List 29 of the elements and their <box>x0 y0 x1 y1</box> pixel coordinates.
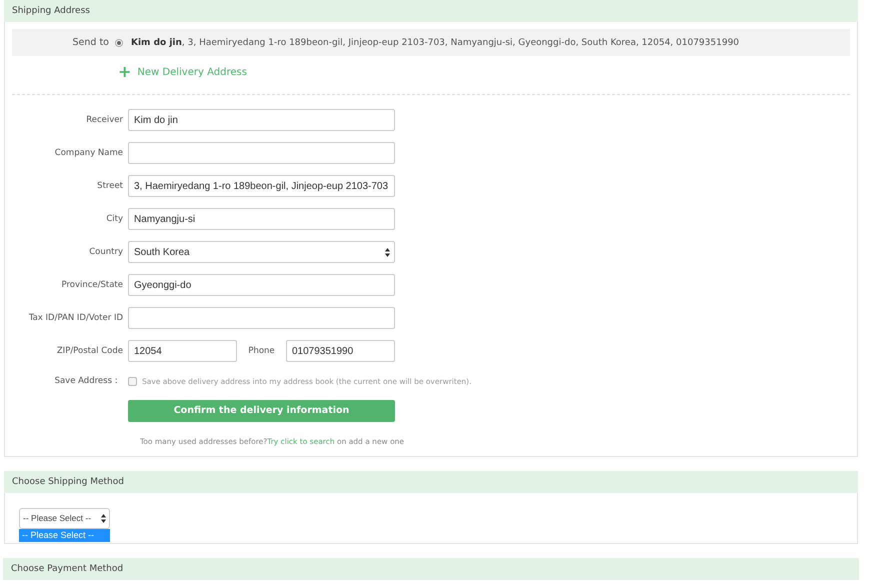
field-label: Save Address： <box>54 375 122 387</box>
field-label: City <box>105 214 124 224</box>
field-label: Phone <box>247 346 276 356</box>
select-arrows-icon <box>101 514 106 522</box>
checkbox[interactable] <box>128 376 137 386</box>
field-label: Receiver <box>85 115 124 125</box>
field-label: Street <box>96 181 124 191</box>
send-to-label: Send to <box>72 37 109 48</box>
input-field[interactable] <box>128 307 395 329</box>
field-label: Country <box>88 247 124 257</box>
field-label: Tax ID/PAN ID/Voter ID <box>28 313 124 323</box>
country-select[interactable]: South Korea <box>128 241 395 263</box>
section-header: Choose Shipping Method <box>4 470 858 492</box>
field-label: Company Name <box>54 148 124 158</box>
input-field[interactable]: 01079351990 <box>286 340 395 362</box>
input-field[interactable]: Gyeonggi-do <box>128 274 395 296</box>
input-field[interactable]: Kim do jin <box>128 109 395 131</box>
field-label: ZIP/Postal Code <box>56 346 124 356</box>
section-header: Shipping Address <box>4 0 858 22</box>
field-label: Province/State <box>60 280 124 290</box>
radio-button[interactable] <box>115 38 123 46</box>
select-arrows-icon <box>385 248 390 256</box>
input-field[interactable]: 12054 <box>128 340 237 362</box>
input-field[interactable] <box>128 142 395 164</box>
section-header: Choose Payment Method <box>3 558 859 580</box>
shipping-select[interactable]: -- Please Select -- <box>19 508 110 528</box>
input-field[interactable]: Namyangju-si <box>128 208 395 230</box>
input-field[interactable]: 3, Haemiryedang 1-ro 189beon-gil, Jinjeop-eup 2103-703 <box>128 175 395 197</box>
address-text: Kim do jin, 3, Haemiryedang 1-ro 189beon-gil, Jinjeop-eup 2103-703, Namyangju-si, Gyeonggi-do, South Korea, 12054, 01079351990 <box>131 38 740 48</box>
